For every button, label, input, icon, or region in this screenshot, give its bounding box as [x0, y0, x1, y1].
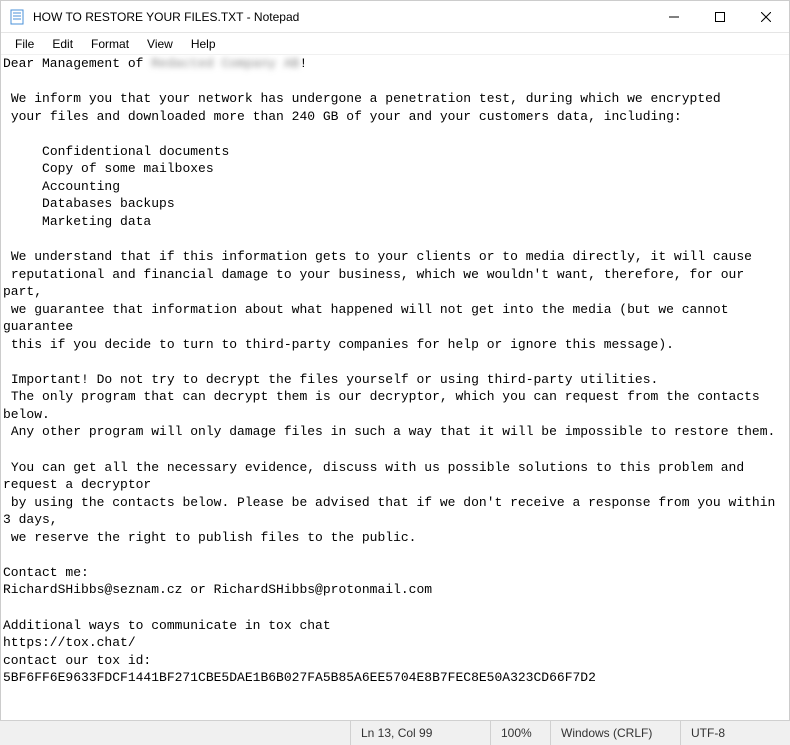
tox-header: Additional ways to communicate in tox ch…	[3, 618, 331, 633]
body-line: reputational and financial damage to you…	[3, 267, 752, 300]
tox-url: https://tox.chat/	[3, 635, 136, 650]
menu-edit[interactable]: Edit	[44, 35, 81, 53]
status-line-ending: Windows (CRLF)	[550, 721, 680, 745]
body-line: You can get all the necessary evidence, …	[3, 460, 752, 493]
text-area[interactable]: Dear Management of Redacted Company AB! …	[1, 55, 789, 719]
greeting-suffix: !	[299, 56, 307, 71]
menu-help[interactable]: Help	[183, 35, 224, 53]
body-line: this if you decide to turn to third-part…	[3, 337, 674, 352]
status-position: Ln 13, Col 99	[350, 721, 490, 745]
menubar: File Edit Format View Help	[1, 33, 789, 55]
body-line: Important! Do not try to decrypt the fil…	[3, 372, 658, 387]
body-line: your files and downloaded more than 240 …	[3, 109, 682, 124]
statusbar: Ln 13, Col 99 100% Windows (CRLF) UTF-8	[0, 720, 790, 745]
list-item: Marketing data	[3, 214, 151, 229]
body-line: We understand that if this information g…	[3, 249, 752, 264]
body-line: by using the contacts below. Please be a…	[3, 495, 783, 528]
status-zoom: 100%	[490, 721, 550, 745]
menu-file[interactable]: File	[7, 35, 42, 53]
menu-view[interactable]: View	[139, 35, 181, 53]
status-encoding: UTF-8	[680, 721, 790, 745]
body-line: we guarantee that information about what…	[3, 302, 736, 335]
contact-line: RichardSHibbs@seznam.cz or RichardSHibbs…	[3, 582, 432, 597]
list-item: Databases backups	[3, 196, 175, 211]
maximize-button[interactable]	[697, 1, 743, 32]
body-line: Any other program will only damage files…	[3, 424, 775, 439]
redacted-company: Redacted Company AB	[151, 55, 299, 73]
notepad-icon	[9, 9, 25, 25]
contact-header: Contact me:	[3, 565, 89, 580]
body-line: The only program that can decrypt them i…	[3, 389, 768, 422]
titlebar: HOW TO RESTORE YOUR FILES.TXT - Notepad	[1, 1, 789, 33]
window-title: HOW TO RESTORE YOUR FILES.TXT - Notepad	[33, 10, 651, 24]
body-line: we reserve the right to publish files to…	[3, 530, 416, 545]
window-controls	[651, 1, 789, 32]
list-item: Accounting	[3, 179, 120, 194]
greeting-prefix: Dear Management of	[3, 56, 151, 71]
minimize-button[interactable]	[651, 1, 697, 32]
menu-format[interactable]: Format	[83, 35, 137, 53]
tox-id: 5BF6FF6E9633FDCF1441BF271CBE5DAE1B6B027F…	[3, 670, 596, 685]
list-item: Confidentional documents	[3, 144, 229, 159]
body-line: We inform you that your network has unde…	[3, 91, 721, 106]
list-item: Copy of some mailboxes	[3, 161, 214, 176]
tox-id-label: contact our tox id:	[3, 653, 151, 668]
close-button[interactable]	[743, 1, 789, 32]
